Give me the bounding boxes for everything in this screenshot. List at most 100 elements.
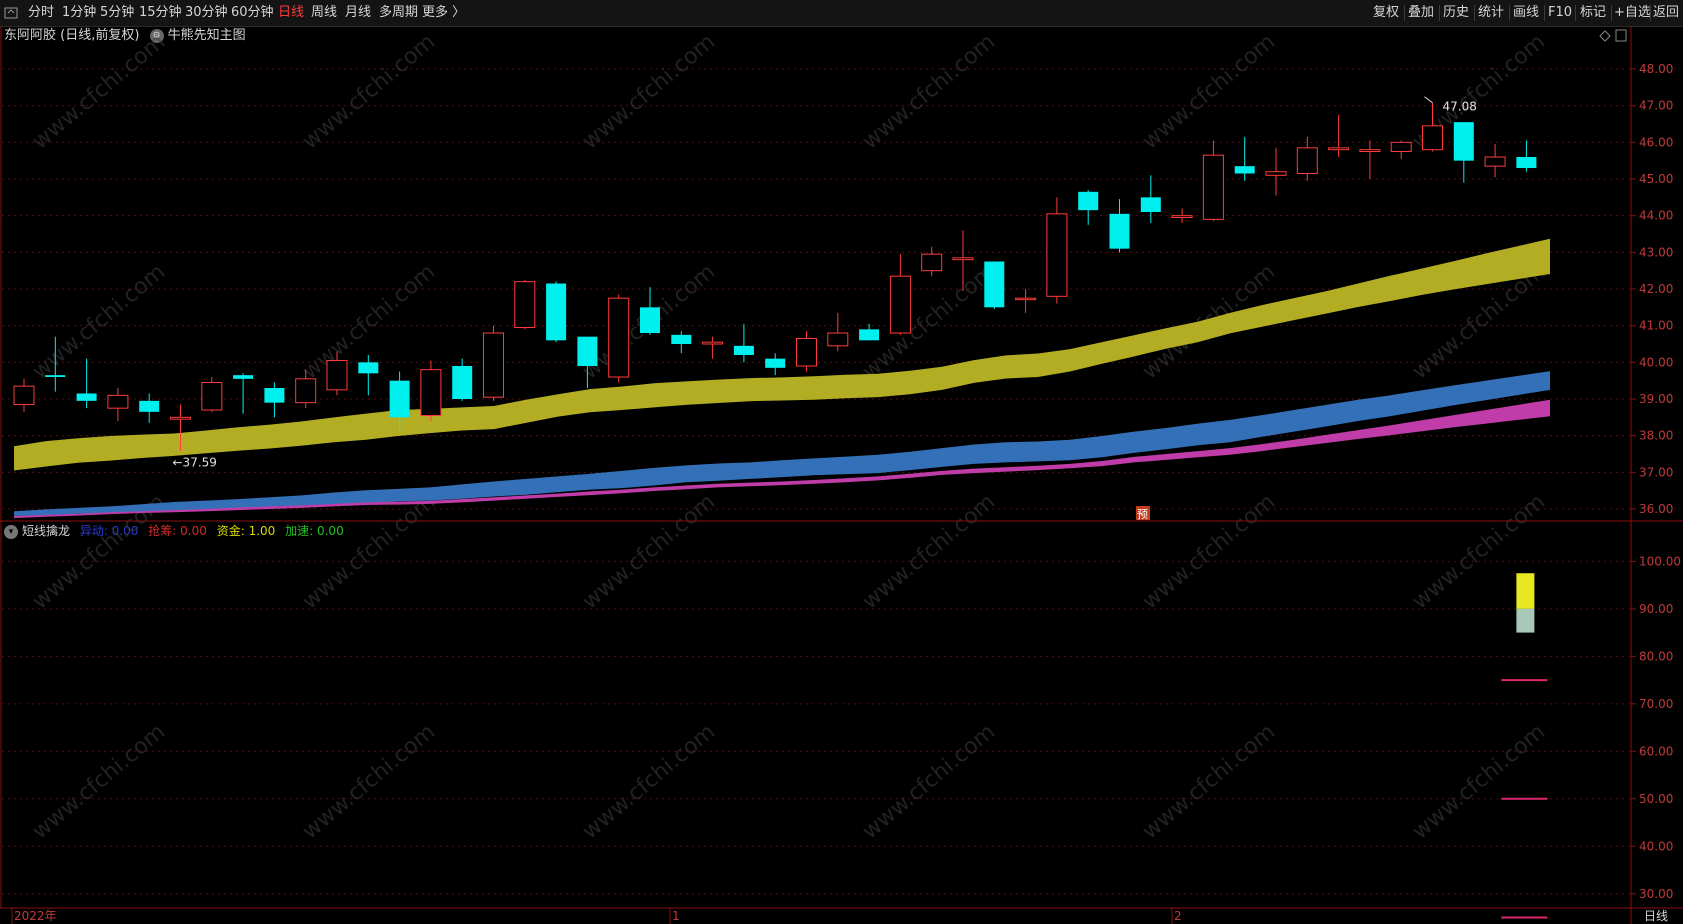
candle (827, 312, 849, 352)
overlay-button[interactable]: 叠加 (1408, 0, 1434, 26)
candle (577, 336, 598, 388)
candle (1296, 136, 1318, 181)
watermark-text: www.cfchi.com (28, 719, 170, 844)
readout-value-jiasu: 0.00 (316, 524, 344, 538)
candle (765, 353, 786, 376)
readout-label-yidong: 异动: (79, 524, 108, 538)
main-indicator-name[interactable]: 牛熊先知主图 (168, 28, 246, 43)
period-tab-weekly[interactable]: 周线 (311, 0, 337, 26)
y-tick-label: 40.00 (1639, 839, 1673, 853)
period-tab-60min[interactable]: 60分钟 (231, 0, 274, 26)
history-button[interactable]: 历史 (1443, 0, 1469, 26)
settings-icon[interactable]: ⚙ (149, 28, 164, 43)
period-tag: 日线 (1644, 909, 1668, 923)
y-tick-label: 42.00 (1639, 282, 1673, 296)
watermark-text: www.cfchi.com (578, 259, 720, 384)
menu-icon[interactable] (4, 0, 20, 26)
candle (107, 388, 129, 421)
candle (640, 287, 660, 335)
candle-body (859, 329, 880, 341)
x-tick-label: 2 (1174, 909, 1182, 923)
add-watchlist-button[interactable]: +自选 (1614, 0, 1651, 26)
stats-button[interactable]: 统计 (1478, 0, 1504, 26)
candle-body (452, 366, 473, 399)
period-tab-more[interactable]: 更多 〉 (422, 0, 465, 26)
y-tick-label: 100.00 (1639, 554, 1681, 568)
candle-body (264, 388, 285, 403)
sub-chart-header: ▾ 短线擒龙 异动: 0.00 抢筹: 0.00 资金: 1.00 加速: 0.0… (4, 522, 344, 540)
candle-body (796, 338, 817, 367)
candle-body (1234, 166, 1255, 174)
high-price-label: 47.08 (1443, 100, 1477, 114)
candle (1078, 190, 1099, 225)
y-tick-label: 46.00 (1639, 135, 1673, 149)
candle-body (702, 341, 724, 345)
y-tick-label: 45.00 (1639, 172, 1673, 186)
candle (1390, 140, 1412, 159)
fuquan-button[interactable]: 复权 (1373, 0, 1399, 26)
mark-button[interactable]: 标记 (1580, 0, 1606, 26)
panel-toggle-icon (1615, 29, 1627, 42)
watermark-text: www.cfchi.com (858, 259, 1000, 384)
candle-body (640, 307, 660, 333)
candle-body (1296, 147, 1318, 174)
draw-button[interactable]: 画线 (1513, 0, 1539, 26)
period-tab-daily[interactable]: 日线 (278, 0, 304, 26)
candle-body (295, 378, 317, 404)
candle (389, 371, 410, 432)
candle-body (1516, 157, 1537, 168)
y-tick-label: 47.00 (1639, 99, 1673, 113)
chart-canvas[interactable]: www.cfchi.com www.cfchi.com www.cfchi.com w… (0, 0, 1683, 924)
candle (45, 336, 66, 392)
y-tick-label: 30.00 (1639, 887, 1673, 901)
period-tab-15min[interactable]: 15分钟 (139, 0, 182, 26)
back-button[interactable]: 返回 (1653, 0, 1679, 26)
period-tab-multi[interactable]: 多周期 (379, 0, 418, 26)
readout-label-jiasu: 加速: (285, 524, 314, 538)
candle-body (420, 369, 442, 416)
y-tick-label: 70.00 (1639, 697, 1673, 711)
candle-body (1202, 154, 1224, 220)
candle (671, 331, 692, 354)
candle-body (1390, 141, 1412, 152)
period-tab-fenshi[interactable]: 分时 (28, 0, 54, 26)
candle-body (984, 261, 1005, 308)
period-tab-5min[interactable]: 5分钟 (100, 0, 134, 26)
candle-body (514, 281, 536, 328)
low-price-label: ←37.59 (173, 456, 217, 470)
watermark-text: www.cfchi.com (28, 259, 170, 384)
watermark-text: www.cfchi.com (298, 489, 440, 614)
y-tick-label: 44.00 (1639, 209, 1673, 223)
candle (1202, 140, 1224, 222)
band-magenta (14, 399, 1550, 519)
candle (295, 369, 317, 409)
candle-body (358, 362, 379, 374)
stock-title: 东阿阿胶 (日线,前复权) (4, 28, 140, 43)
watermark-text: www.cfchi.com (578, 29, 720, 154)
candle (546, 281, 567, 343)
readout-value-yidong: 0.00 (111, 524, 139, 538)
zijin-bar (1516, 573, 1535, 609)
candle (264, 382, 285, 418)
watermark-text: www.cfchi.com (578, 719, 720, 844)
chevron-down-icon[interactable]: ▾ (4, 524, 18, 539)
f10-button[interactable]: F10 (1548, 0, 1572, 26)
readout-value-qiangchou: 0.00 (180, 524, 207, 538)
candle (796, 331, 817, 372)
period-tab-1min[interactable]: 1分钟 (62, 0, 96, 26)
sub-indicator-name[interactable]: 短线擒龙 (22, 524, 70, 538)
period-tab-monthly[interactable]: 月线 (345, 0, 371, 26)
candle-body (1484, 156, 1506, 167)
y-tick-label: 41.00 (1639, 319, 1673, 333)
watermark-text: www.cfchi.com (1138, 489, 1280, 614)
candle (233, 373, 254, 414)
candle (1453, 122, 1474, 183)
candle-body (921, 253, 943, 272)
period-tab-30min[interactable]: 30分钟 (185, 0, 228, 26)
candle (201, 377, 223, 412)
candle-body (233, 375, 254, 379)
main-chart-header: 东阿阿胶 (日线,前复权) ⚙ 牛熊先知主图 (4, 26, 246, 46)
forecast-marker: 预 (1136, 506, 1150, 521)
candle (984, 261, 1005, 310)
forecast-marker-label: 预 (1137, 508, 1148, 521)
